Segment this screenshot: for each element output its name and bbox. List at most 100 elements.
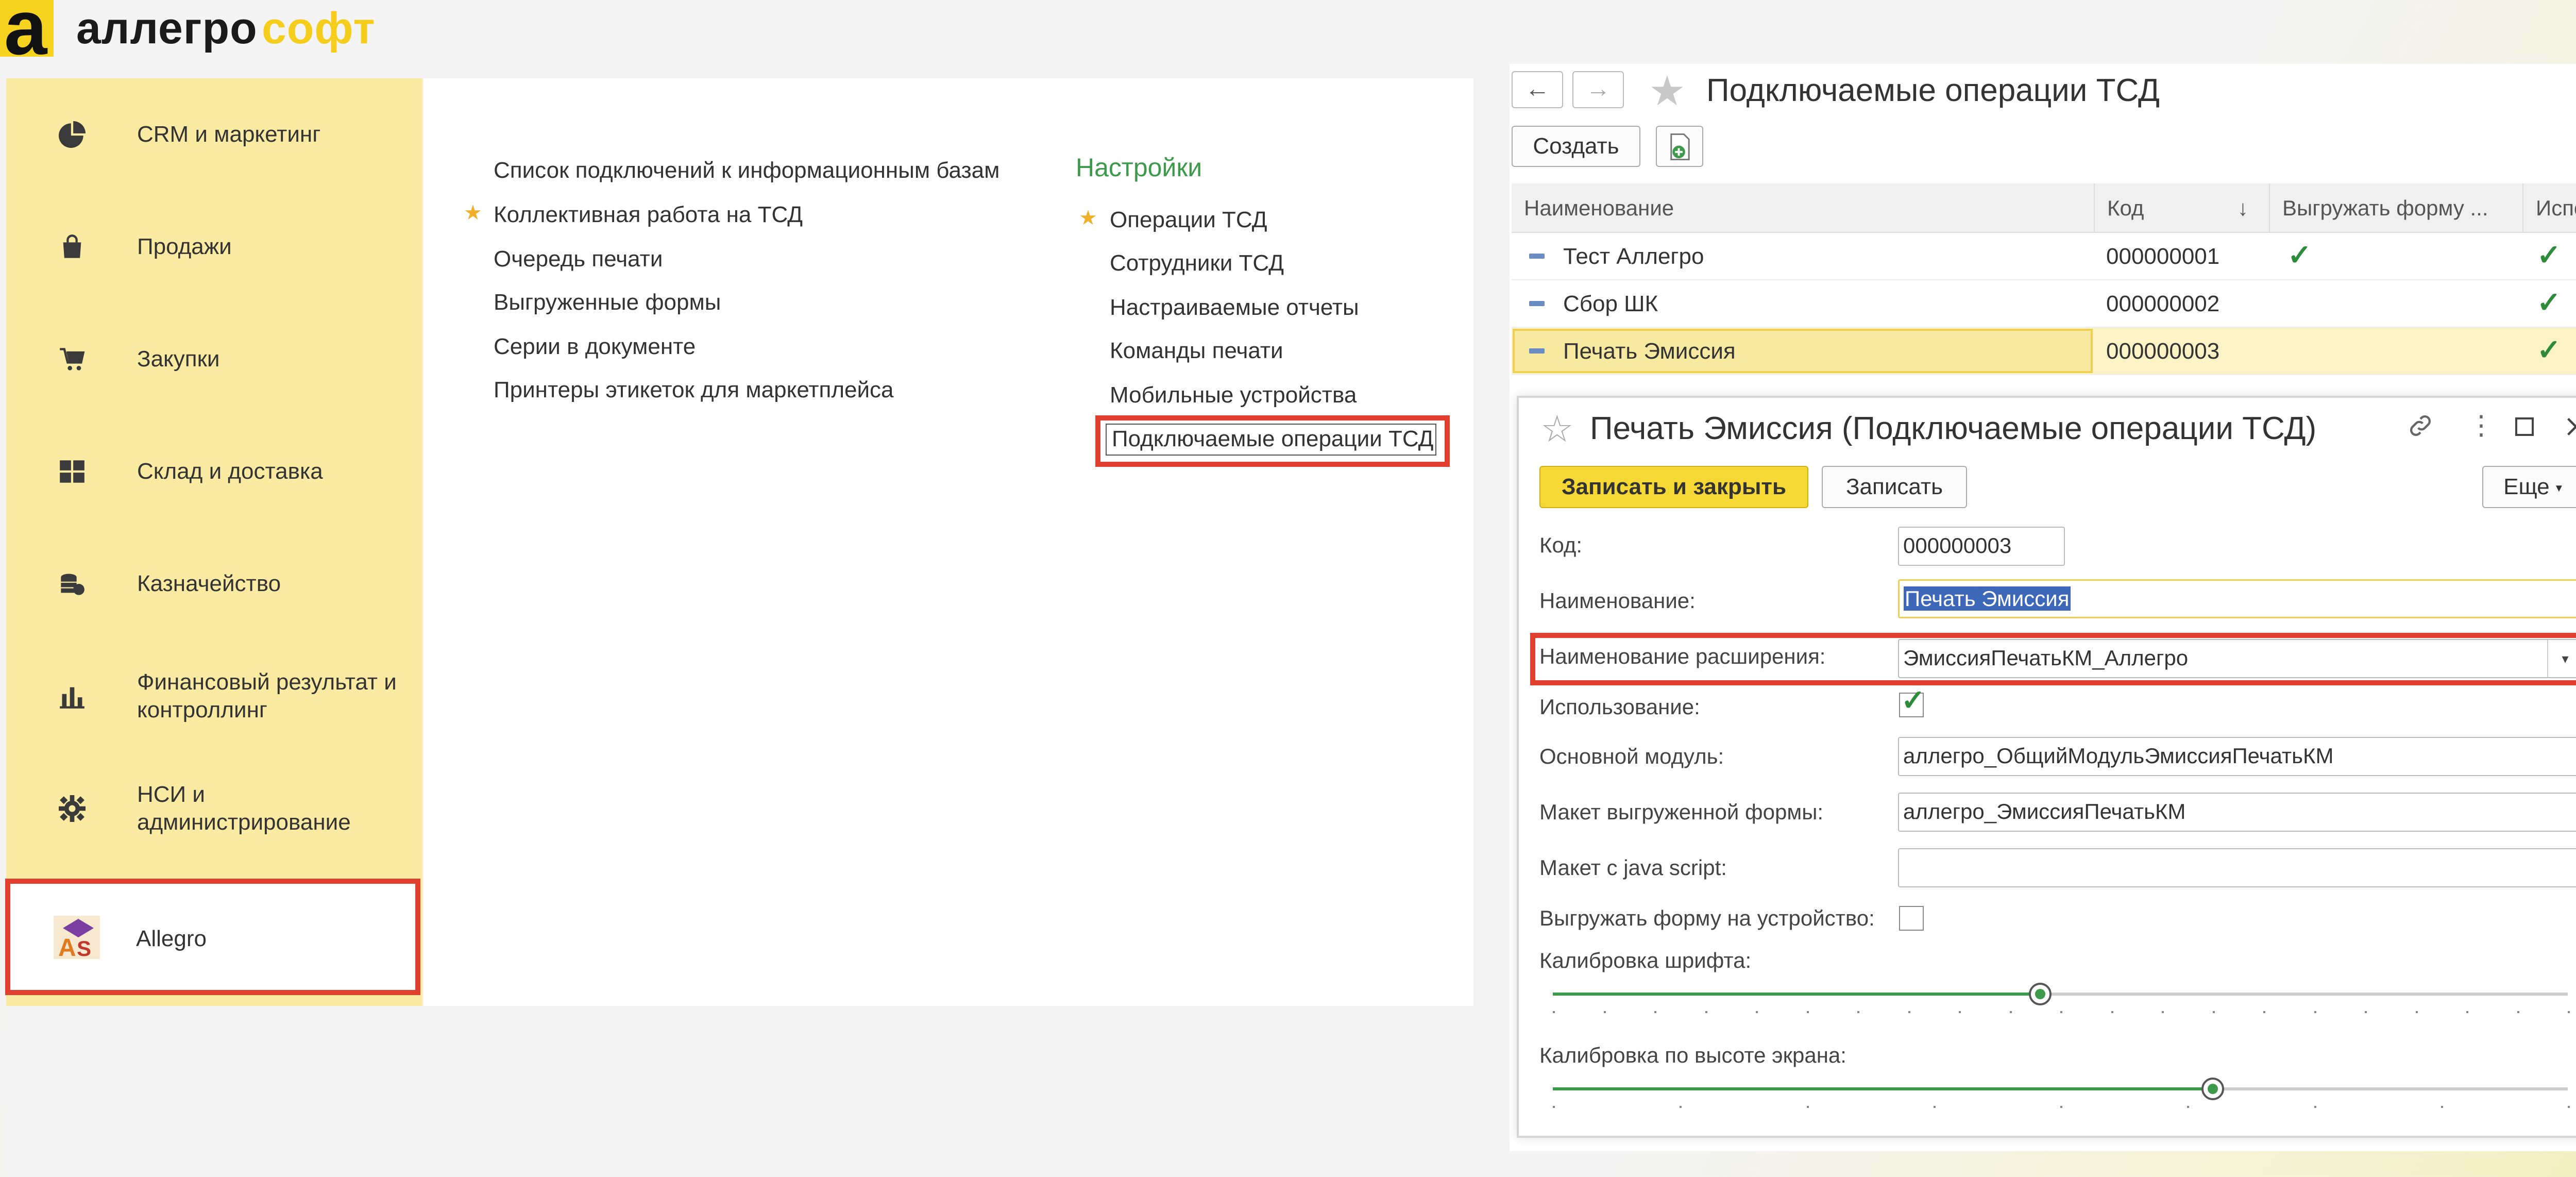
slider-tick	[1934, 1106, 1936, 1108]
code-label: Код:	[1539, 533, 1583, 557]
js-layout-field[interactable]	[1898, 848, 2576, 887]
app-logo: а аллегро софт	[0, 0, 392, 66]
slider-tick	[2441, 1106, 2443, 1108]
link-tsd-employees[interactable]: Сотрудники ТСД	[1110, 250, 1284, 276]
link-label-printers[interactable]: Принтеры этикеток для маркетплейса	[494, 377, 894, 403]
uploaded-form-layout-field[interactable]: аллегро_ЭмиссияПечатьКМ	[1898, 793, 2576, 832]
slider-tick	[2466, 1011, 2468, 1013]
link-plugin-operations[interactable]: Подключаемые операции ТСД	[1106, 424, 1436, 456]
uploaded-form-layout-label: Макет выгруженной формы:	[1539, 800, 1824, 824]
column-header-upload[interactable]: Выгружать форму ...	[2270, 183, 2523, 233]
sidebar-item-finance[interactable]: Финансовый результат и контроллинг	[6, 640, 422, 752]
sidebar-item-sales[interactable]: Продажи	[6, 191, 422, 303]
extension-name-field[interactable]: ЭмиссияПечатьКМ_Аллегро ▾	[1898, 639, 2576, 678]
upload-to-device-label: Выгружать форму на устройство:	[1539, 906, 1875, 930]
row-code: 000000001	[2106, 244, 2220, 269]
slider-tick	[2568, 1106, 2570, 1108]
slider-tick	[2517, 1011, 2519, 1013]
allegro-logo-icon: A S	[54, 916, 100, 959]
code-field[interactable]: 000000003	[1898, 527, 2065, 566]
slider-tick	[2416, 1011, 2418, 1013]
create-button[interactable]: Создать	[1512, 126, 1640, 167]
check-icon: ✓	[1901, 684, 1925, 716]
sidebar-item-admin[interactable]: НСИ и администрирование	[6, 752, 422, 865]
slider-tick	[2213, 1011, 2215, 1013]
link-print-commands[interactable]: Команды печати	[1110, 338, 1283, 364]
slider-tick	[2365, 1011, 2367, 1013]
add-document-icon	[1670, 133, 1690, 161]
font-calibration-slider[interactable]	[1553, 982, 2570, 1013]
slider-tick	[1553, 1011, 1555, 1013]
save-and-close-button[interactable]: Записать и закрыть	[1539, 466, 1808, 508]
gear-icon	[59, 795, 86, 822]
slider-tick	[2111, 1011, 2113, 1013]
arrow-left-icon: ←	[1525, 75, 1550, 103]
column-header-use[interactable]: Исполь	[2523, 183, 2576, 233]
svg-text:A: A	[58, 934, 76, 959]
row-code: 000000002	[2106, 291, 2220, 316]
sidebar-item-allegro[interactable]: A S Allegro	[5, 879, 420, 995]
dropdown-arrow-icon[interactable]: ▾	[2547, 640, 2576, 677]
favorite-star-icon[interactable]: ★	[1649, 67, 1686, 115]
close-icon[interactable]	[2565, 412, 2576, 445]
screen-height-calibration-slider[interactable]	[1553, 1077, 2570, 1108]
sidebar-item-label: CRM и маркетинг	[137, 122, 321, 147]
item-icon	[1529, 301, 1545, 306]
back-button[interactable]: ←	[1512, 71, 1563, 108]
use-checkbox[interactable]: ✓	[1899, 684, 1925, 717]
table-row[interactable]: Сбор ШК 000000002 ✓	[1512, 280, 2576, 328]
star-icon: ★	[1079, 207, 1097, 229]
link-collective-work[interactable]: Коллективная работа на ТСД	[494, 202, 803, 228]
slider-handle[interactable]	[2029, 983, 2052, 1005]
slider-handle[interactable]	[2201, 1078, 2224, 1100]
link-infobase-connections[interactable]: Список подключений к информационным база…	[494, 158, 999, 183]
slider-tick	[1680, 1106, 1682, 1108]
slider-fill	[1553, 993, 2040, 996]
font-calibration-label: Калибровка шрифта:	[1539, 948, 1752, 972]
sidebar-item-label: НСИ и администрирование	[137, 782, 351, 835]
sidebar-item-treasury[interactable]: Казначейство	[6, 528, 422, 640]
maximize-icon[interactable]	[2514, 412, 2535, 444]
link-doc-series[interactable]: Серии в документе	[494, 334, 696, 360]
save-button[interactable]: Записать	[1822, 466, 1967, 508]
svg-text:S: S	[77, 936, 91, 959]
name-label: Наименование:	[1539, 588, 1696, 613]
slider-tick	[1705, 1011, 1707, 1013]
favorite-star-icon[interactable]: ☆	[1540, 407, 1574, 450]
sidebar-item-warehouse[interactable]: Склад и доставка	[6, 415, 422, 528]
slider-tick	[2314, 1011, 2316, 1013]
table-row[interactable]: Тест Аллегро 000000001 ✓ ✓	[1512, 233, 2576, 280]
more-vertical-icon[interactable]: ⋮	[2468, 410, 2495, 441]
column-header-code[interactable]: Код ↓	[2095, 183, 2270, 233]
cart-icon	[60, 348, 85, 371]
item-icon	[1529, 348, 1545, 354]
link-print-queue[interactable]: Очередь печати	[494, 246, 663, 272]
sort-down-icon: ↓	[2238, 196, 2248, 220]
page-title: Подключаемые операции ТСД	[1706, 73, 2160, 108]
logo-text-main: аллегро	[76, 4, 258, 53]
link-custom-reports[interactable]: Настраиваемые отчеты	[1110, 295, 1359, 321]
sidebar-item-label: Allegro	[136, 926, 207, 951]
link-mobile-devices[interactable]: Мобильные устройства	[1110, 382, 1357, 408]
name-field[interactable]: Печать Эмиссия	[1898, 579, 2576, 618]
upload-to-device-checkbox[interactable]	[1899, 906, 1924, 931]
link-icon[interactable]	[2407, 412, 2434, 446]
main-module-field[interactable]: аллегро_ОбщийМодульЭмиссияПечатьКМ	[1898, 737, 2576, 776]
selected-text: Печать Эмиссия	[1904, 586, 2071, 611]
table-row-selected[interactable]: Печать Эмиссия 000000003 ✓	[1512, 328, 2576, 375]
dialog-title: Печать Эмиссия (Подключаемые операции ТС…	[1590, 411, 2317, 446]
main-module-label: Основной модуль:	[1539, 744, 1724, 768]
link-tsd-operations[interactable]: Операции ТСД	[1110, 207, 1267, 233]
more-button[interactable]: Еще ▾	[2482, 466, 2576, 508]
sidebar-item-crm[interactable]: CRM и маркетинг	[6, 78, 422, 191]
add-from-template-button[interactable]	[1656, 126, 1703, 167]
slider-tick	[2060, 1011, 2062, 1013]
slider-tick	[2568, 1011, 2570, 1013]
sidebar-item-purchases[interactable]: Закупки	[6, 303, 422, 415]
check-icon: ✓	[2537, 333, 2561, 366]
link-uploaded-forms[interactable]: Выгруженные формы	[494, 290, 721, 315]
row-code: 000000003	[2106, 339, 2220, 364]
grid-icon	[60, 460, 84, 483]
forward-button[interactable]: →	[1572, 71, 1624, 108]
column-header-name[interactable]: Наименование	[1512, 183, 2095, 233]
